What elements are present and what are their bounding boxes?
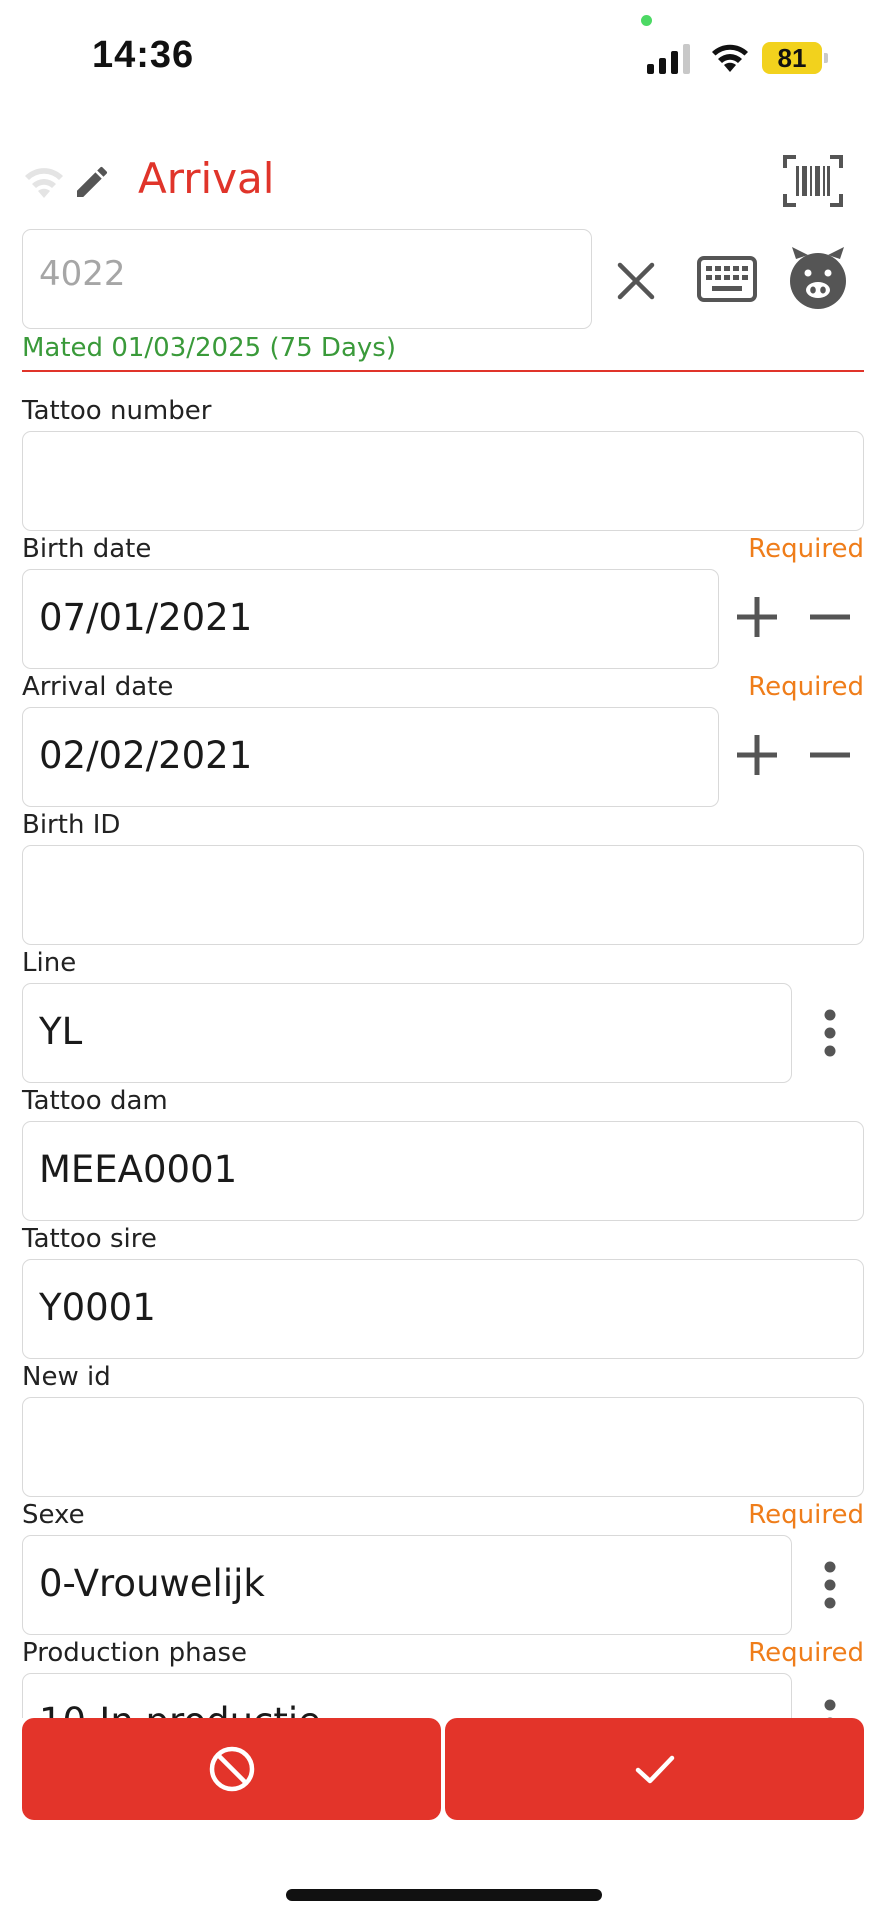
pig-icon[interactable]: [786, 245, 850, 311]
birth-id-label: Birth ID: [22, 810, 121, 840]
pencil-icon[interactable]: [72, 162, 112, 202]
status-time: 14:36: [92, 34, 195, 76]
arrival-date-plus-icon[interactable]: [735, 733, 779, 777]
new-id-input[interactable]: [22, 1397, 864, 1497]
tattoo-sire-label: Tattoo sire: [22, 1224, 157, 1254]
cancel-icon: [209, 1746, 254, 1792]
mating-status-text: Mated 01/03/2025 (75 Days): [22, 333, 396, 363]
keyboard-icon[interactable]: [697, 256, 757, 302]
production-phase-required: Required: [748, 1638, 864, 1668]
confirm-button[interactable]: [445, 1718, 864, 1820]
tattoo-dam-label: Tattoo dam: [22, 1086, 168, 1116]
arrival-date-required: Required: [748, 672, 864, 702]
line-label: Line: [22, 948, 77, 978]
sexe-select[interactable]: 0-Vrouwelijk: [22, 1535, 792, 1635]
line-more-vertical-icon[interactable]: [820, 1009, 840, 1057]
tattoo-sire-input[interactable]: Y0001: [22, 1259, 864, 1359]
sexe-label: Sexe: [22, 1500, 85, 1530]
cancel-button[interactable]: [22, 1718, 441, 1820]
tattoo-dam-input[interactable]: MEEA0001: [22, 1121, 864, 1221]
app-header: Arrival: [0, 150, 887, 230]
sexe-more-vertical-icon[interactable]: [820, 1561, 840, 1609]
birth-date-plus-icon[interactable]: [735, 595, 779, 639]
home-indicator: [286, 1889, 602, 1901]
birth-date-input[interactable]: 07/01/2021: [22, 569, 719, 669]
birth-id-input[interactable]: [22, 845, 864, 945]
birth-date-minus-icon[interactable]: [808, 595, 852, 639]
birth-date-label: Birth date: [22, 534, 152, 564]
line-input[interactable]: YL: [22, 983, 792, 1083]
close-icon[interactable]: [612, 257, 660, 305]
birth-date-required: Required: [748, 534, 864, 564]
cellular-signal-icon: [647, 44, 690, 74]
animal-id-input[interactable]: 4022: [22, 229, 592, 329]
header-divider: [22, 370, 864, 372]
barcode-icon[interactable]: [782, 154, 844, 208]
tattoo-number-label: Tattoo number: [22, 396, 212, 426]
page-title: Arrival: [138, 154, 275, 203]
battery-icon: 81: [762, 42, 828, 74]
arrival-date-minus-icon[interactable]: [808, 733, 852, 777]
status-bar: 14:36 81: [0, 0, 887, 110]
privacy-indicator-dot: [641, 15, 652, 26]
tattoo-number-input[interactable]: [22, 431, 864, 531]
production-phase-label: Production phase: [22, 1638, 248, 1668]
arrival-date-input[interactable]: 02/02/2021: [22, 707, 719, 807]
arrival-date-label: Arrival date: [22, 672, 174, 702]
wifi-status-icon: [712, 44, 748, 72]
check-icon: [635, 1755, 674, 1784]
new-id-label: New id: [22, 1362, 111, 1392]
sexe-required: Required: [748, 1500, 864, 1530]
battery-level: 81: [762, 42, 822, 74]
action-bar: [0, 1718, 887, 1820]
wifi-icon: [25, 168, 63, 198]
